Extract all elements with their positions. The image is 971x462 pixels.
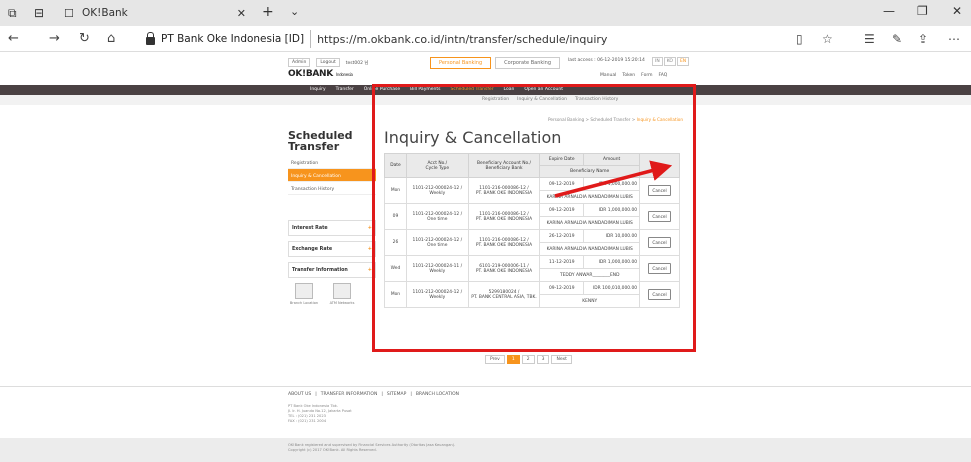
chevron-down-icon[interactable]: ⌄ xyxy=(290,5,299,18)
account-bar: Admin Logout test002 님 xyxy=(288,58,369,67)
atm-networks-link[interactable]: ATM Networks xyxy=(326,283,358,305)
menu-transfer[interactable]: Transfer xyxy=(336,85,354,95)
favorites-hub-icon[interactable]: ☰ xyxy=(864,32,875,46)
form-link[interactable]: Form xyxy=(641,73,652,78)
pagination: Prev 1 2 3 Next xyxy=(485,355,572,364)
footer-sitemap[interactable]: SITEMAP xyxy=(387,392,406,397)
footer-links: ABOUT US | TRANSFER INFORMATION | SITEMAP |… xyxy=(288,392,460,397)
tabs-aside-icon[interactable]: ⊟ xyxy=(34,6,44,20)
sidebar-item-registration[interactable]: Registration xyxy=(288,156,376,169)
branch-location-link[interactable]: Branch Location xyxy=(288,283,320,305)
tab-corporate-banking[interactable]: Corporate Banking xyxy=(495,57,561,69)
web-page: Admin Logout test002 님 Personal Banking … xyxy=(0,52,971,462)
okbank-logo[interactable]: OK!BANK Indonesia xyxy=(288,69,353,79)
page-3[interactable]: 3 xyxy=(536,355,550,364)
home-icon[interactable]: ⌂ xyxy=(107,31,115,46)
restore-icon[interactable]: ❐ xyxy=(917,4,928,18)
lang-ko[interactable]: KO xyxy=(663,57,676,66)
user-label: test002 님 xyxy=(345,60,369,66)
footer-address: PT Bank Oke Indonesia Tbk. Jl. Ir. H. Jua… xyxy=(288,404,352,423)
sidebar-exchange-rate[interactable]: Exchange Rate + xyxy=(288,241,376,257)
sidebar-transfer-info[interactable]: Transfer Information + xyxy=(288,262,376,278)
tab-actions-icon[interactable]: ⧉ xyxy=(8,6,17,21)
close-window-icon[interactable]: ✕ xyxy=(952,4,962,18)
minimize-icon[interactable]: — xyxy=(883,4,895,18)
utility-links: Manual Token Form FAQ xyxy=(600,73,667,78)
certificate-label: PT Bank Oke Indonesia [ID] xyxy=(161,33,305,45)
close-tab-icon[interactable]: ✕ xyxy=(237,7,246,20)
pen-icon[interactable]: ✎ xyxy=(892,32,902,46)
reading-view-icon[interactable]: ▯ xyxy=(796,32,803,46)
sidebar-item-history[interactable]: Transaction History xyxy=(288,182,376,195)
faq-link[interactable]: FAQ xyxy=(659,73,668,78)
lock-icon xyxy=(146,32,155,45)
logout-link[interactable]: Logout xyxy=(316,58,340,67)
browser-tab[interactable]: ☐ OK!Bank ✕ xyxy=(60,0,250,26)
lang-in[interactable]: IN xyxy=(652,57,663,66)
building-icon xyxy=(295,283,313,299)
atm-icon xyxy=(333,283,351,299)
banking-tabs: Personal Banking Corporate Banking xyxy=(430,57,561,69)
footer-branch[interactable]: BRANCH LOCATION xyxy=(416,392,459,397)
new-tab-icon[interactable]: + xyxy=(262,4,274,20)
page-1[interactable]: 1 xyxy=(506,355,520,364)
footer-bar: OK!Bank registered and supervised by Fin… xyxy=(0,438,971,462)
prev-button[interactable]: Prev xyxy=(485,355,505,364)
admin-link[interactable]: Admin xyxy=(288,58,311,67)
next-button[interactable]: Next xyxy=(551,355,572,364)
back-icon[interactable]: ← xyxy=(8,31,19,46)
sidebar-item-inquiry[interactable]: Inquiry & Cancellation xyxy=(288,169,376,182)
page-icon: ☐ xyxy=(64,6,74,20)
manual-link[interactable]: Manual xyxy=(600,73,616,78)
sidebar-title: Scheduled Transfer xyxy=(288,129,353,153)
url-text: https://m.okbank.co.id/intn/transfer/sch… xyxy=(317,32,608,46)
forward-icon[interactable]: → xyxy=(49,31,60,46)
address-bar: ← → ↻ ⌂ PT Bank Oke Indonesia [ID] https… xyxy=(0,26,971,52)
quick-icons: Branch Location ATM Networks xyxy=(288,283,358,305)
footer-transfer-info[interactable]: TRANSFER INFORMATION xyxy=(321,392,378,397)
tab-personal-banking[interactable]: Personal Banking xyxy=(430,57,492,69)
language-switch: IN KO EN xyxy=(652,57,690,66)
url-field[interactable]: PT Bank Oke Indonesia [ID] https://m.okb… xyxy=(146,29,786,49)
highlight-box xyxy=(372,84,696,352)
refresh-icon[interactable]: ↻ xyxy=(79,31,90,46)
sidebar-nav: Registration Inquiry & Cancellation Tran… xyxy=(288,156,376,195)
token-link[interactable]: Token xyxy=(622,73,635,78)
menu-inquiry[interactable]: Inquiry xyxy=(310,85,326,95)
page-2[interactable]: 2 xyxy=(521,355,535,364)
more-icon[interactable]: ⋯ xyxy=(948,32,960,46)
sidebar-interest-rate[interactable]: Interest Rate + xyxy=(288,220,376,236)
copyright: OK!Bank registered and supervised by Fin… xyxy=(288,443,456,452)
tab-title: OK!Bank xyxy=(82,7,128,19)
browser-tab-bar: ⧉ ⊟ ☐ OK!Bank ✕ + ⌄ — ❐ ✕ xyxy=(0,0,971,26)
favorite-star-icon[interactable]: ☆ xyxy=(822,32,833,46)
last-access: last access : 06-12-2019 15:20:14 xyxy=(568,58,645,63)
lang-en[interactable]: EN xyxy=(676,57,690,66)
share-icon[interactable]: ⇪ xyxy=(918,32,928,46)
footer-about[interactable]: ABOUT US xyxy=(288,392,311,397)
